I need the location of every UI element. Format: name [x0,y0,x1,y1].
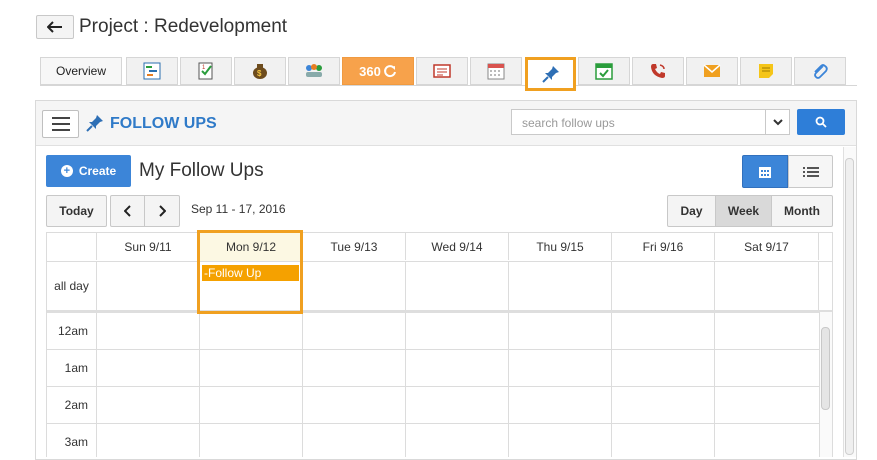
day-header: Sat 9/17 [715,233,819,260]
arrow-left-icon [47,21,62,33]
week-view-button[interactable]: Week [715,195,772,227]
plus-icon: + [60,165,73,177]
tab-documents[interactable] [416,57,468,85]
tab-team[interactable] [288,57,340,85]
tabs-divider [40,85,857,86]
list-view-button[interactable] [788,155,833,188]
panel-scrollbar-thumb[interactable] [845,158,854,455]
day-header: Tue 9/13 [303,233,406,260]
chevron-left-icon [123,205,131,217]
hamburger-icon-bar [51,129,70,131]
time-label: 3am [64,435,88,449]
header-gutter [47,233,97,260]
create-button[interactable]: + Create [46,155,131,187]
date-range-label: Sep 11 - 17, 2016 [191,202,286,216]
pin-icon [541,66,559,83]
page-title: Project : Redevelopment [79,16,288,37]
tab-gantt[interactable] [126,57,178,85]
allday-cell[interactable] [509,262,612,310]
today-button[interactable]: Today [46,195,107,227]
calendar-check-icon [595,63,613,80]
hamburger-icon-bar [51,123,70,125]
back-button[interactable] [36,15,74,39]
follow-up-event[interactable]: -Follow Up [202,265,299,281]
allday-label: all day [47,262,97,310]
chevron-right-icon [159,205,166,217]
tab-notes[interactable] [740,57,792,85]
tab-budget[interactable]: $ [234,57,286,85]
grid-line [199,313,200,457]
menu-toggle-button[interactable] [42,110,79,138]
prev-week-button[interactable] [110,195,145,227]
task-checklist-icon: 1 [198,62,213,80]
search-input[interactable]: search follow ups [511,109,766,135]
tab-follow-ups[interactable] [525,57,576,91]
tab-tasks[interactable]: 1 [180,57,232,85]
document-icon [433,64,451,78]
calendar-scrollbar-thumb[interactable] [821,327,830,410]
grid-line [47,349,819,350]
tab-emails[interactable] [686,57,738,85]
time-label: 12am [57,324,88,338]
grid-line [47,386,819,387]
allday-cell[interactable] [715,262,819,310]
month-view-button[interactable]: Month [771,195,833,227]
grid-line [302,313,303,457]
search-dropdown-button[interactable] [766,109,790,135]
next-week-button[interactable] [145,195,180,227]
allday-cell[interactable] [406,262,509,310]
tab-calendar[interactable] [470,57,522,85]
paperclip-icon [814,64,828,79]
allday-cell[interactable] [303,262,406,310]
list-icon [802,166,819,177]
note-icon [759,64,773,78]
time-label: 2am [64,398,88,412]
tab-events[interactable] [578,57,630,85]
calendar-view-button[interactable] [742,155,788,188]
calendar-grid-icon [759,166,771,178]
money-bag-icon: $ [253,64,267,79]
list-title: My Follow Ups [139,160,264,181]
grid-line [714,313,715,457]
tab-attachments[interactable] [794,57,846,85]
team-icon [306,64,322,77]
calendar-icon [487,63,505,80]
day-header: Wed 9/14 [406,233,509,260]
pin-icon [86,115,103,132]
phone-icon [651,64,665,78]
day-view-button[interactable]: Day [667,195,716,227]
grid-line [405,313,406,457]
grid-line [611,313,612,457]
allday-cell[interactable] [97,262,200,310]
hamburger-icon-bar [51,117,70,119]
search-icon [815,116,827,128]
day-header: Thu 9/15 [509,233,612,260]
day-header: Mon 9/12 [200,233,303,260]
mail-icon [703,64,721,77]
tab-overview[interactable]: Overview [40,57,122,85]
svg-text:$: $ [257,69,262,78]
chevron-down-icon [772,119,783,126]
gantt-icon [143,62,161,80]
tab-360[interactable]: 360 [342,57,414,85]
time-label: 1am [64,361,88,375]
search-button[interactable] [797,109,845,135]
module-title: FOLLOW UPS [110,115,217,132]
allday-cell[interactable] [612,262,715,310]
refresh-icon [383,65,396,78]
tab-calls[interactable] [632,57,684,85]
day-header: Sun 9/11 [97,233,200,260]
grid-line [96,313,97,457]
grid-line [508,313,509,457]
day-header: Fri 9/16 [612,233,715,260]
grid-line [47,423,819,424]
